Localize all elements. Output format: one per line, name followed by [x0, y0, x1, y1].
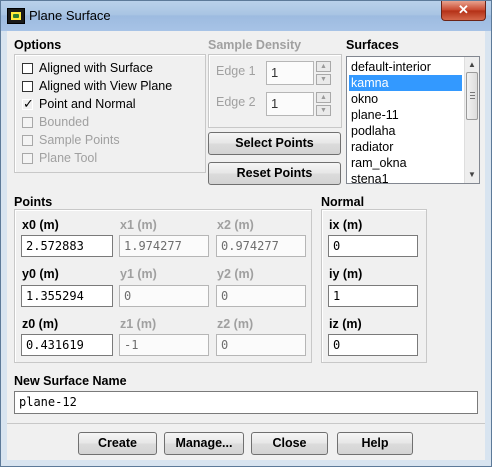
- plane-surface-dialog: Plane Surface ✕ Options Aligned with Sur…: [0, 0, 492, 467]
- iy-label: iy (m): [329, 267, 363, 281]
- aligned-with-surface-label: Aligned with Surface: [39, 61, 153, 75]
- surface-item[interactable]: ram_okna: [349, 155, 462, 171]
- options-header: Options: [14, 38, 62, 52]
- point-and-normal-label: Point and Normal: [39, 97, 136, 111]
- z2-label: z2 (m): [217, 317, 254, 331]
- surface-item[interactable]: okno: [349, 91, 462, 107]
- ix-label: ix (m): [329, 218, 363, 232]
- surfaces-scrollbar[interactable]: ▲ ▼: [464, 57, 479, 183]
- edge1-input: 1: [266, 61, 314, 85]
- bounded-checkbox: [22, 117, 33, 128]
- window-close-button[interactable]: ✕: [441, 1, 486, 21]
- x1-label: x1 (m): [120, 218, 157, 232]
- ix-input[interactable]: 0: [328, 235, 418, 257]
- y0-label: y0 (m): [22, 267, 59, 281]
- grip-line: [470, 98, 475, 99]
- scroll-down-icon[interactable]: ▼: [465, 167, 479, 182]
- iz-input[interactable]: 0: [328, 334, 418, 356]
- title-bar[interactable]: Plane Surface ✕: [1, 1, 491, 31]
- aligned-with-surface-checkbox[interactable]: [22, 63, 33, 74]
- sample-density-header: Sample Density: [208, 38, 302, 52]
- surface-item[interactable]: radiator: [349, 139, 462, 155]
- footer-separator: [7, 423, 485, 424]
- x0-label: x0 (m): [22, 218, 59, 232]
- surface-item[interactable]: default-interior: [349, 59, 462, 75]
- spin-down-icon: ▼: [316, 74, 331, 85]
- window-title: Plane Surface: [29, 8, 111, 23]
- x1-input: 1.974277: [119, 235, 209, 257]
- y0-input[interactable]: 1.355294: [21, 285, 113, 307]
- y1-label: y1 (m): [120, 267, 157, 281]
- reset-points-button[interactable]: Reset Points: [208, 162, 341, 185]
- plane-tool-label: Plane Tool: [39, 151, 98, 165]
- scroll-up-icon[interactable]: ▲: [465, 57, 479, 72]
- grip-line: [470, 92, 475, 93]
- surface-item-selected[interactable]: kamna: [349, 75, 462, 91]
- sample-points-label: Sample Points: [39, 133, 120, 147]
- edge2-input: 1: [266, 92, 314, 116]
- surface-item[interactable]: stena1: [349, 171, 462, 183]
- edge1-label: Edge 1: [216, 64, 256, 78]
- sample-points-checkbox: [22, 135, 33, 146]
- aligned-with-view-plane-label: Aligned with View Plane: [39, 79, 173, 93]
- spin-up-icon: ▲: [316, 61, 331, 72]
- scroll-thumb[interactable]: [466, 72, 478, 120]
- y1-input: 0: [119, 285, 209, 307]
- plane-tool-checkbox: [22, 153, 33, 164]
- checkmark-icon: ✓: [23, 96, 34, 111]
- new-surface-name-input[interactable]: plane-12: [14, 391, 478, 414]
- iz-label: iz (m): [329, 317, 362, 331]
- iy-input[interactable]: 1: [328, 285, 418, 307]
- x2-input: 0.974277: [216, 235, 306, 257]
- surface-item[interactable]: plane-11: [349, 107, 462, 123]
- select-points-button[interactable]: Select Points: [208, 132, 341, 155]
- app-icon: [7, 8, 25, 24]
- z1-input: -1: [119, 334, 209, 356]
- close-button[interactable]: Close: [251, 432, 328, 455]
- surfaces-header: Surfaces: [346, 38, 399, 52]
- grip-line: [470, 95, 475, 96]
- y2-input: 0: [216, 285, 306, 307]
- point-and-normal-checkbox[interactable]: ✓: [22, 96, 34, 111]
- x2-label: x2 (m): [217, 218, 254, 232]
- bounded-label: Bounded: [39, 115, 90, 129]
- z0-input[interactable]: 0.431619: [21, 334, 113, 356]
- new-surface-name-label: New Surface Name: [14, 374, 127, 388]
- normal-header: Normal: [321, 195, 365, 209]
- spin-down-icon: ▼: [316, 105, 331, 116]
- surface-item[interactable]: podlaha: [349, 123, 462, 139]
- create-button[interactable]: Create: [78, 432, 157, 455]
- z2-input: 0: [216, 334, 306, 356]
- help-button[interactable]: Help: [337, 432, 413, 455]
- y2-label: y2 (m): [217, 267, 254, 281]
- manage-button[interactable]: Manage...: [164, 432, 244, 455]
- surfaces-listbox[interactable]: default-interior kamna okno plane-11 pod…: [346, 56, 480, 184]
- z0-label: z0 (m): [22, 317, 59, 331]
- dialog-client: Options Aligned with Surface Aligned wit…: [7, 31, 485, 460]
- edge2-label: Edge 2: [216, 95, 256, 109]
- z1-label: z1 (m): [120, 317, 157, 331]
- edge2-spinner: ▲ ▼: [316, 92, 331, 116]
- x0-input[interactable]: 2.572883: [21, 235, 113, 257]
- spin-up-icon: ▲: [316, 92, 331, 103]
- aligned-with-view-plane-checkbox[interactable]: [22, 81, 33, 92]
- edge1-spinner: ▲ ▼: [316, 61, 331, 85]
- points-header: Points: [14, 195, 53, 209]
